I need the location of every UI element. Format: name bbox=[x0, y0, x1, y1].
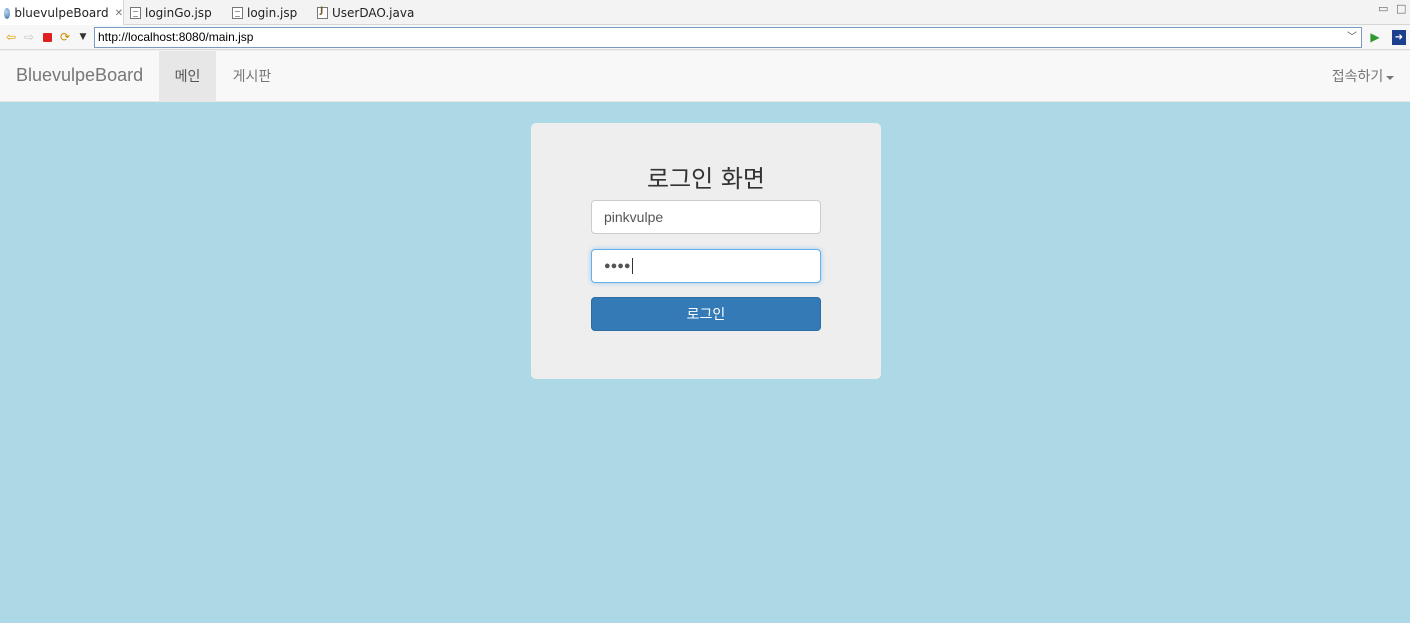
globe-icon bbox=[4, 7, 11, 19]
jsp-file-icon bbox=[130, 6, 141, 19]
login-title: 로그인 화면 bbox=[646, 165, 766, 193]
login-button[interactable]: 로그인 bbox=[591, 297, 821, 331]
tab-label: bluevulpeBoard bbox=[14, 6, 109, 20]
page-body: 로그인 화면 pinkvulpe ●●●● 로그인 bbox=[0, 102, 1410, 623]
tab-label: UserDAO.java bbox=[332, 5, 415, 20]
browser-toolbar: ⇦ ⇨ ⟳ ▼ http://localhost:8080/main.jsp ﹀… bbox=[0, 25, 1410, 50]
url-text: http://localhost:8080/main.jsp bbox=[98, 30, 254, 44]
close-icon[interactable]: ✕ bbox=[115, 8, 123, 19]
caret-down-icon bbox=[1386, 75, 1395, 80]
nav-item-label: 메인 bbox=[174, 69, 201, 85]
username-value: pinkvulpe bbox=[604, 209, 664, 225]
minimize-icon[interactable]: ▭ bbox=[1378, 2, 1388, 15]
tab-login-jsp[interactable]: login.jsp bbox=[228, 0, 297, 25]
nav-item-board[interactable]: 게시판 bbox=[216, 51, 288, 101]
forward-arrow-icon[interactable]: ⇨ bbox=[22, 30, 36, 44]
connect-dropdown[interactable]: 접속하기 bbox=[1316, 51, 1410, 101]
jsp-file-icon bbox=[232, 6, 243, 19]
nav-item-label: 게시판 bbox=[232, 69, 272, 85]
open-external-icon[interactable]: ➜ bbox=[1392, 29, 1406, 45]
login-panel: 로그인 화면 pinkvulpe ●●●● 로그인 bbox=[531, 123, 881, 379]
username-input[interactable]: pinkvulpe bbox=[591, 200, 821, 234]
go-icon[interactable]: ▶ bbox=[1368, 30, 1382, 44]
url-input[interactable]: http://localhost:8080/main.jsp ﹀ bbox=[94, 27, 1362, 48]
navbar-brand[interactable]: BluevulpeBoard bbox=[16, 65, 143, 86]
editor-tab-bar: bluevulpeBoard ✕ loginGo.jsp login.jsp U… bbox=[0, 0, 1410, 26]
tab-label: login.jsp bbox=[247, 5, 298, 20]
dropdown-arrow-icon[interactable]: ▼ bbox=[76, 30, 90, 44]
text-cursor bbox=[631, 258, 633, 274]
tab-logingo-jsp[interactable]: loginGo.jsp bbox=[126, 0, 212, 25]
stop-icon[interactable] bbox=[40, 30, 54, 44]
site-navbar: BluevulpeBoard 메인 게시판 접속하기 bbox=[0, 51, 1410, 102]
login-button-label: 로그인 bbox=[686, 307, 726, 323]
tab-userdao-java[interactable]: UserDAO.java bbox=[313, 0, 414, 25]
tab-label: loginGo.jsp bbox=[145, 5, 212, 20]
tab-bluevulpeboard[interactable]: bluevulpeBoard ✕ bbox=[0, 0, 124, 26]
password-input[interactable]: ●●●● bbox=[591, 249, 821, 283]
back-arrow-icon[interactable]: ⇦ bbox=[4, 30, 18, 44]
maximize-icon[interactable]: □ bbox=[1396, 2, 1406, 15]
chevron-down-icon[interactable]: ﹀ bbox=[1347, 28, 1357, 47]
password-value: ●●●● bbox=[604, 260, 631, 272]
dropdown-label: 접속하기 bbox=[1331, 69, 1384, 85]
refresh-icon[interactable]: ⟳ bbox=[58, 30, 72, 44]
java-file-icon bbox=[317, 6, 328, 19]
nav-item-main[interactable]: 메인 bbox=[159, 51, 216, 101]
